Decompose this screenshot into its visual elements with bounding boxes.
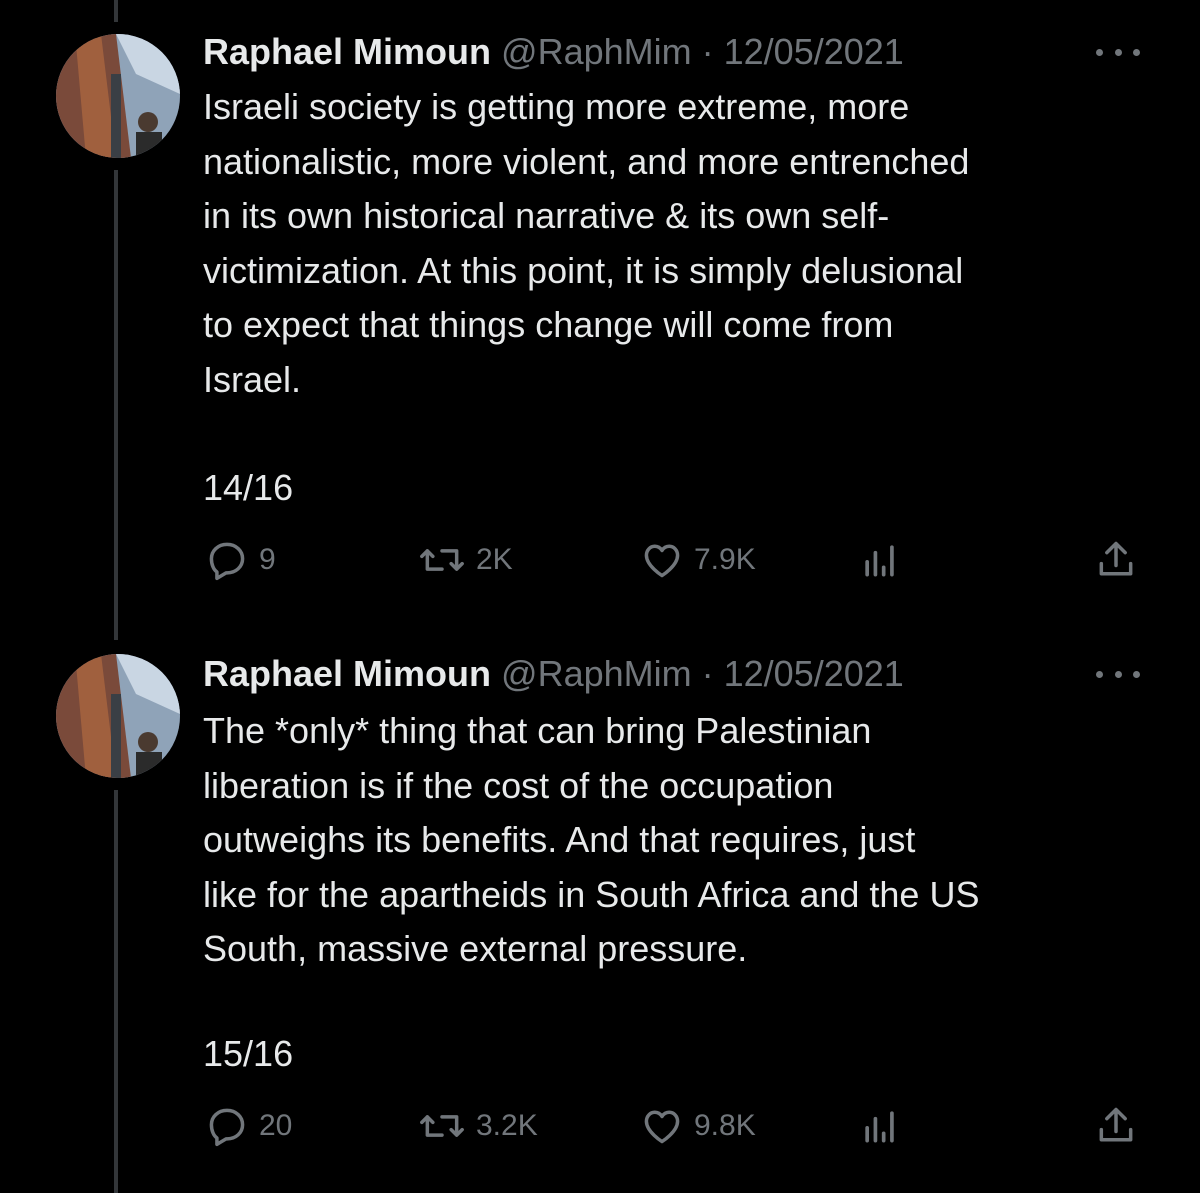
reply-button[interactable]: 20 bbox=[205, 1104, 292, 1148]
author-handle[interactable]: @RaphMim bbox=[501, 31, 692, 72]
share-button[interactable] bbox=[1094, 1104, 1138, 1148]
thread-counter: 15/16 bbox=[203, 1033, 294, 1074]
reply-count: 20 bbox=[259, 1109, 293, 1142]
repost-button[interactable]: 2K bbox=[418, 538, 513, 582]
repost-icon bbox=[420, 1115, 464, 1137]
thread-counter: 14/16 bbox=[203, 467, 294, 508]
author-name[interactable]: Raphael Mimoun bbox=[203, 31, 491, 72]
more-icon[interactable] bbox=[1096, 666, 1140, 682]
repost-icon bbox=[420, 549, 464, 571]
like-button[interactable]: 9.8K bbox=[640, 1104, 756, 1148]
meta-separator: · bbox=[691, 653, 724, 694]
tweet[interactable]: Raphael Mimoun @RaphMim · 12/05/2021 Isr… bbox=[0, 0, 1200, 600]
like-icon bbox=[644, 1110, 680, 1144]
views-button[interactable] bbox=[858, 538, 902, 582]
share-icon bbox=[1099, 1107, 1133, 1142]
repost-count: 3.2K bbox=[476, 1109, 538, 1142]
author-handle[interactable]: @RaphMim bbox=[501, 653, 692, 694]
reply-button[interactable]: 9 bbox=[205, 538, 276, 582]
like-count: 9.8K bbox=[694, 1109, 756, 1142]
tweet[interactable]: Raphael Mimoun @RaphMim · 12/05/2021 The… bbox=[0, 620, 1200, 1193]
share-button[interactable] bbox=[1094, 538, 1138, 582]
action-bar: 20 3.2K 9.8K bbox=[0, 1104, 1200, 1152]
tweet-header: Raphael Mimoun @RaphMim · 12/05/2021 bbox=[203, 652, 904, 696]
views-icon bbox=[865, 545, 894, 577]
tweet-text: The *only* thing that can bring Palestin… bbox=[203, 710, 980, 969]
repost-button[interactable]: 3.2K bbox=[418, 1104, 538, 1148]
reply-count: 9 bbox=[259, 543, 276, 576]
tweet-header: Raphael Mimoun @RaphMim · 12/05/2021 bbox=[203, 30, 904, 74]
avatar[interactable] bbox=[56, 654, 180, 778]
views-button[interactable] bbox=[858, 1104, 902, 1148]
avatar[interactable] bbox=[56, 34, 180, 158]
like-icon bbox=[644, 544, 680, 578]
author-name[interactable]: Raphael Mimoun bbox=[203, 653, 491, 694]
reply-icon bbox=[209, 1108, 245, 1147]
share-icon bbox=[1099, 541, 1133, 576]
more-icon[interactable] bbox=[1096, 44, 1140, 60]
views-icon bbox=[865, 1111, 894, 1143]
tweet-date[interactable]: 12/05/2021 bbox=[724, 31, 904, 72]
like-count: 7.9K bbox=[694, 543, 756, 576]
tweet-text: Israeli society is getting more extreme,… bbox=[203, 86, 970, 400]
action-bar: 9 2K 7.9K bbox=[0, 538, 1200, 586]
reply-icon bbox=[209, 542, 245, 581]
meta-separator: · bbox=[691, 31, 724, 72]
tweet-date[interactable]: 12/05/2021 bbox=[724, 653, 904, 694]
like-button[interactable]: 7.9K bbox=[640, 538, 756, 582]
repost-count: 2K bbox=[476, 543, 513, 576]
